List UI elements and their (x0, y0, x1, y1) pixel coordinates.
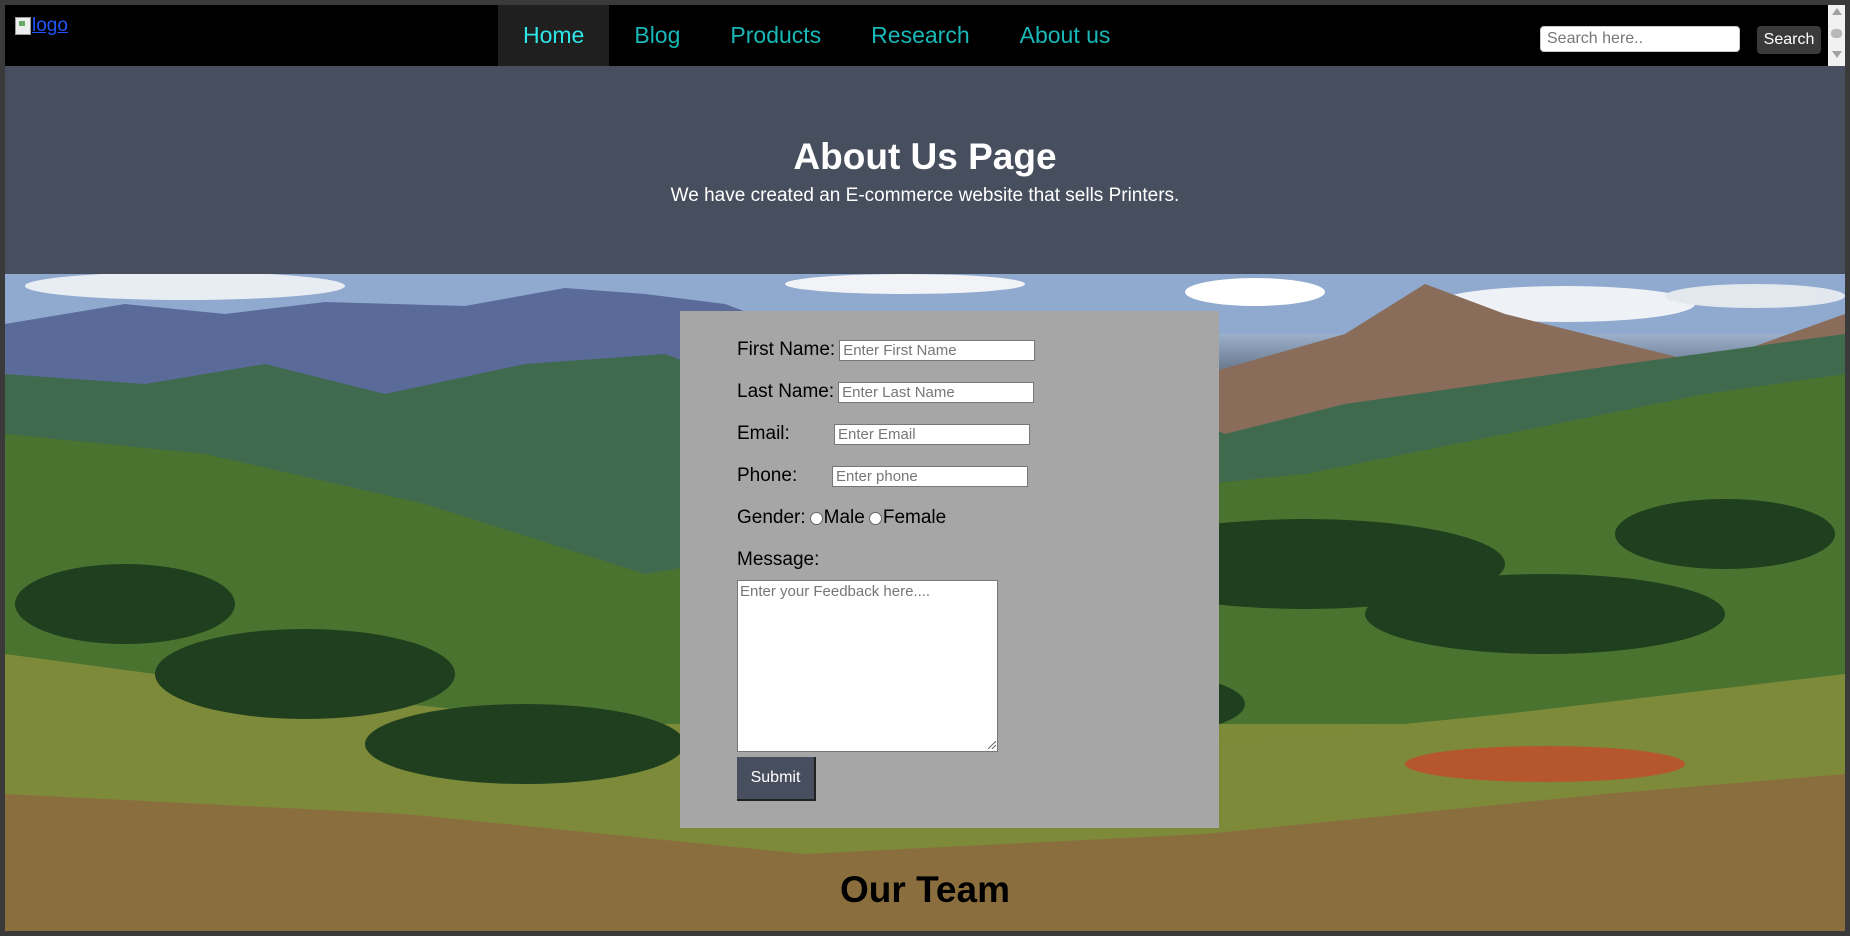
scroll-up-arrow-icon[interactable] (1832, 8, 1842, 15)
scroll-down-arrow-icon[interactable] (1832, 51, 1842, 58)
first-name-label: First Name: (737, 339, 836, 360)
last-name-row: Last Name: (737, 381, 1035, 403)
submit-button[interactable]: Submit (737, 757, 816, 801)
gender-male-radio[interactable] (809, 511, 823, 525)
nav-item-blog[interactable]: Blog (609, 5, 705, 66)
resize-grip-icon[interactable] (988, 741, 996, 749)
first-name-row: First Name: (737, 339, 1036, 361)
last-name-label: Last Name: (737, 381, 835, 402)
team-section-title: Our Team (840, 869, 1010, 910)
scroll-thumb[interactable] (1831, 29, 1842, 38)
gender-female-label: Female (882, 507, 947, 528)
scrollbar[interactable] (1828, 5, 1845, 66)
search-button[interactable]: Search (1757, 26, 1821, 54)
gender-row: Gender: Male Female (737, 507, 946, 529)
gender-label: Gender: (737, 507, 806, 528)
last-name-field[interactable] (838, 381, 1035, 403)
nav-item-products[interactable]: Products (705, 5, 846, 66)
feedback-form: First Name: Last Name: Email: Phone: Gen… (680, 311, 1219, 828)
email-row: Email: (737, 423, 1030, 445)
logo-alt-text: logo (32, 15, 68, 36)
message-row: Message: (737, 549, 819, 571)
email-field[interactable] (834, 423, 1030, 445)
top-navbar: logo Home Blog Products Research About u… (5, 5, 1828, 66)
nav-item-about-us[interactable]: About us (995, 5, 1136, 66)
logo-link[interactable]: logo (15, 15, 68, 37)
page-title: About Us Page (793, 136, 1057, 177)
nav-item-home[interactable]: Home (498, 5, 610, 66)
browser-viewport: logo Home Blog Products Research About u… (5, 5, 1845, 931)
page-subtitle: We have created an E-commerce website th… (670, 185, 1180, 206)
phone-field[interactable] (832, 465, 1028, 487)
broken-image-icon (15, 17, 31, 35)
nav-item-research[interactable]: Research (846, 5, 994, 66)
page-header: About Us Page We have created an E-comme… (5, 66, 1845, 274)
gender-male-label: Male (823, 507, 865, 528)
message-label: Message: (737, 549, 820, 570)
first-name-field[interactable] (839, 339, 1036, 361)
phone-row: Phone: (737, 465, 1028, 487)
gender-female-radio[interactable] (868, 511, 882, 525)
main-nav: Home Blog Products Research About us (498, 5, 1135, 66)
search-input[interactable] (1540, 26, 1740, 52)
email-label: Email: (737, 423, 790, 444)
phone-label: Phone: (737, 465, 798, 486)
message-textarea[interactable] (737, 580, 998, 752)
